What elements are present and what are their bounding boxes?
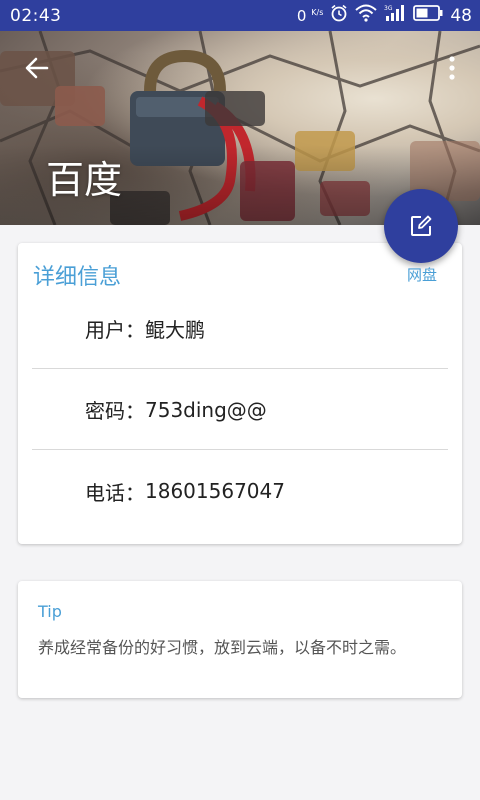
svg-text:3G: 3G <box>384 5 393 12</box>
detail-label: 用户： <box>85 318 145 342</box>
detail-value: 753ding@@ <box>145 397 267 422</box>
cell-signal-icon: 3G <box>384 4 406 27</box>
tip-title: Tip <box>38 602 62 621</box>
network-speed: 0 K/s <box>297 7 323 25</box>
status-bar: 02:43 0 K/s 3G 48 <box>0 0 480 31</box>
wifi-icon <box>355 4 378 27</box>
alarm-icon <box>330 4 348 27</box>
status-icons: 0 K/s 3G 48 <box>297 4 472 27</box>
fab-label[interactable]: 网盘 <box>407 264 437 285</box>
detail-row-user[interactable]: 用户： 鲲大鹏 <box>32 289 448 369</box>
tip-text: 养成经常备份的好习惯，放到云端，以备不时之需。 <box>38 638 407 657</box>
screen: 02:43 0 K/s 3G 48 百度 网盘 详细信息 用户： 鲲大鹏 密码：… <box>0 0 480 800</box>
status-time: 02:43 <box>10 5 62 26</box>
tip-card: Tip 养成经常备份的好习惯，放到云端，以备不时之需。 <box>18 581 462 698</box>
battery-level: 48 <box>450 5 472 26</box>
edit-fab-button[interactable] <box>384 189 458 263</box>
network-speed-value: 0 <box>296 6 307 25</box>
back-button[interactable] <box>20 51 54 85</box>
detail-label: 密码： <box>85 399 145 423</box>
detail-row-password[interactable]: 密码： 753ding@@ <box>32 370 448 450</box>
battery-icon <box>413 5 443 26</box>
page-title: 百度 <box>46 158 123 202</box>
arrow-left-icon <box>25 57 49 79</box>
network-speed-unit: K/s <box>311 7 324 17</box>
detail-value: 18601567047 <box>145 479 285 503</box>
detail-label: 电话： <box>85 480 145 505</box>
details-title: 详细信息 <box>33 265 122 290</box>
details-card: 详细信息 用户： 鲲大鹏 密码： 753ding@@ 电话： 186015670… <box>18 243 462 544</box>
more-vertical-icon <box>449 56 455 80</box>
detail-row-phone[interactable]: 电话： 18601567047 <box>32 451 448 531</box>
detail-value: 鲲大鹏 <box>145 318 205 342</box>
more-options-button[interactable] <box>442 51 462 85</box>
edit-icon <box>411 215 432 236</box>
